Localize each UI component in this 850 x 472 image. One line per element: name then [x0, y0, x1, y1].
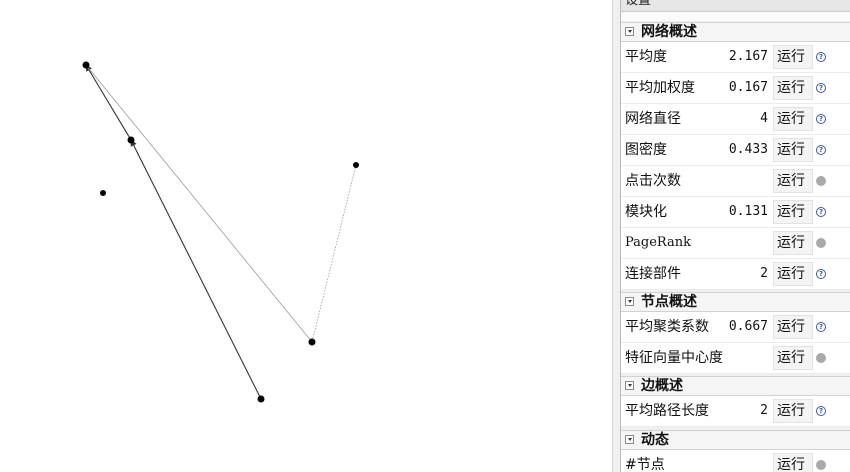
- statistic-label: 特征向量中心度: [625, 350, 723, 366]
- statistic-row: 平均路径长度 2 运行?: [621, 396, 850, 427]
- help-icon[interactable]: ?: [816, 52, 826, 62]
- statistic-row: 点击次数 运行: [621, 166, 850, 197]
- statistic-label: 模块化: [625, 204, 667, 220]
- status-dot-icon: [816, 460, 826, 470]
- help-icon[interactable]: ?: [816, 83, 826, 93]
- help-icon[interactable]: ?: [816, 145, 826, 155]
- statistic-value: 0.433: [728, 142, 768, 157]
- statistic-row: PageRank 运行: [621, 228, 850, 259]
- statistic-row: 连接部件 2 运行?: [621, 259, 850, 290]
- statistic-value: 2: [760, 266, 768, 281]
- graph-edge-n5-n2: [130, 139, 262, 400]
- statistic-value: 0.131: [728, 204, 768, 219]
- section-header[interactable]: 节点概述: [621, 292, 850, 312]
- statistic-value: 2.167: [728, 49, 768, 64]
- statistic-value: 2: [760, 403, 768, 418]
- collapse-toggle-icon[interactable]: [625, 297, 634, 306]
- status-dot-icon: [816, 176, 826, 186]
- section-title: 节点概述: [641, 294, 697, 310]
- graph-node-n2[interactable]: [127, 136, 135, 144]
- run-button[interactable]: 运行: [773, 399, 813, 423]
- statistic-value: 4: [760, 111, 768, 126]
- edges-layer: [85, 64, 357, 400]
- statistics-panel: 设置 网络概述 平均度 2.167 运行? 平均加权度 0.167 运行? 网络直径 4 运行? 图…: [620, 0, 850, 472]
- statistic-label: 网络直径: [625, 111, 681, 127]
- section-header[interactable]: 动态: [621, 430, 850, 450]
- graph-edge-n2-n1: [85, 64, 132, 141]
- graph-edge-n4-n1: [85, 64, 313, 343]
- statistic-label: PageRank: [625, 235, 692, 250]
- graph-node-n4[interactable]: [308, 338, 316, 346]
- collapse-toggle-icon[interactable]: [625, 27, 634, 36]
- statistic-row: 模块化 0.131 运行?: [621, 197, 850, 228]
- graph-node-n3[interactable]: [100, 190, 106, 196]
- statistic-row: 平均聚类系数 0.667 运行?: [621, 312, 850, 343]
- run-button[interactable]: 运行: [773, 169, 813, 193]
- statistic-row: 网络直径 4 运行?: [621, 104, 850, 135]
- graph-node-n6[interactable]: [353, 162, 359, 168]
- run-button[interactable]: 运行: [773, 200, 813, 224]
- collapse-toggle-icon[interactable]: [625, 435, 634, 444]
- help-icon[interactable]: ?: [816, 269, 826, 279]
- graph-node-n5[interactable]: [257, 395, 265, 403]
- panel-spacer: [621, 12, 850, 21]
- statistic-label: 连接部件: [625, 266, 681, 282]
- run-button[interactable]: 运行: [773, 231, 813, 255]
- statistic-row: 图密度 0.433 运行?: [621, 135, 850, 166]
- collapse-toggle-icon[interactable]: [625, 381, 634, 390]
- section-title: 边概述: [641, 378, 683, 394]
- statistic-label: 平均度: [625, 49, 667, 65]
- panel-header: 设置: [621, 0, 850, 12]
- statistic-value: 0.167: [728, 80, 768, 95]
- run-button[interactable]: 运行: [773, 346, 813, 370]
- panel-splitter[interactable]: [612, 0, 620, 472]
- section-title: 动态: [641, 432, 669, 448]
- run-button[interactable]: 运行: [773, 76, 813, 100]
- help-icon[interactable]: ?: [816, 207, 826, 217]
- graph-node-n1[interactable]: [82, 61, 90, 69]
- status-dot-icon: [816, 353, 826, 363]
- statistic-label: 点击次数: [625, 173, 681, 189]
- statistic-row: 平均加权度 0.167 运行?: [621, 73, 850, 104]
- statistic-label: 图密度: [625, 142, 667, 158]
- run-button[interactable]: 运行: [773, 315, 813, 339]
- graph-edge-n6-n4: [311, 164, 357, 343]
- run-button[interactable]: 运行: [773, 138, 813, 162]
- nodes-layer: [82, 61, 359, 403]
- statistic-row: 特征向量中心度 运行: [621, 343, 850, 374]
- statistic-label: #节点: [625, 457, 665, 472]
- statistic-label: 平均加权度: [625, 80, 695, 96]
- run-button[interactable]: 运行: [773, 107, 813, 131]
- graph-canvas[interactable]: [0, 0, 612, 472]
- help-icon[interactable]: ?: [816, 322, 826, 332]
- statistic-row: #节点 运行: [621, 450, 850, 472]
- status-dot-icon: [816, 238, 826, 248]
- help-icon[interactable]: ?: [816, 406, 826, 416]
- run-button[interactable]: 运行: [773, 453, 813, 472]
- statistic-row: 平均度 2.167 运行?: [621, 42, 850, 73]
- run-button[interactable]: 运行: [773, 45, 813, 69]
- run-button[interactable]: 运行: [773, 262, 813, 286]
- statistic-label: 平均聚类系数: [625, 319, 709, 335]
- statistic-label: 平均路径长度: [625, 403, 709, 419]
- section-header[interactable]: 网络概述: [621, 22, 850, 42]
- statistic-value: 0.667: [728, 319, 768, 334]
- section-header[interactable]: 边概述: [621, 376, 850, 396]
- section-title: 网络概述: [641, 24, 697, 40]
- help-icon[interactable]: ?: [816, 114, 826, 124]
